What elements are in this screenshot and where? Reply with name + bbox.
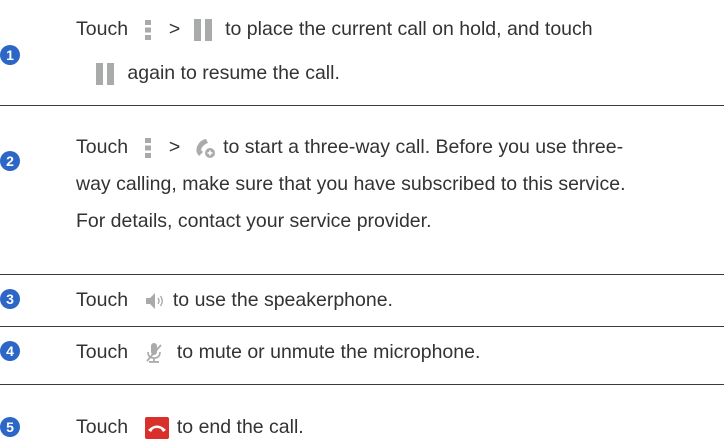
step-1: 1 Touch > to place the current call on h… [0, 0, 724, 110]
step-number-badge: 5 [0, 417, 20, 437]
step-number-badge: 2 [0, 151, 20, 171]
touch-word: Touch [76, 341, 129, 363]
step-text: to use the speakerphone. [172, 289, 393, 311]
touch-word: Touch [76, 416, 129, 438]
step-line: Touch > to start a three-way call. Befor… [76, 129, 623, 165]
step-line: again to resume the call. [96, 55, 340, 91]
step-number-badge: 1 [0, 45, 20, 65]
speaker-icon [145, 291, 165, 311]
step-text: to mute or unmute the microphone. [176, 341, 481, 363]
end-call-icon [145, 416, 170, 439]
touch-word: Touch [76, 289, 129, 311]
pause-icon [193, 18, 212, 41]
mute-microphone-icon [145, 342, 163, 364]
step-text: again to resume the call. [127, 62, 340, 84]
step-4: 4 Touch to mute or unmute the microphone… [0, 327, 724, 379]
step-line: For details, contact your service provid… [76, 210, 432, 232]
step-text: to start a three-way call. Before you us… [223, 136, 624, 158]
pause-icon [96, 62, 114, 85]
step-line: way calling, make sure that you have sub… [76, 173, 626, 195]
step-line: Touch to use the speakerphone. [76, 282, 393, 318]
step-line: Touch to mute or unmute the microphone. [76, 334, 480, 370]
step-line: Touch > to place the current call on hol… [76, 11, 593, 47]
step-number-badge: 3 [0, 289, 20, 309]
step-3: 3 Touch to use the speakerphone. [0, 275, 724, 325]
step-text: to end the call. [176, 416, 304, 438]
menu-dots-icon [145, 19, 152, 40]
arrow-separator: > [168, 18, 181, 40]
arrow-separator: > [168, 136, 181, 158]
step-2: 2 Touch > to start a three-way call. Bef… [0, 106, 724, 276]
step-text: to place the current call on hold, and t… [225, 18, 593, 40]
touch-word: Touch [76, 136, 129, 158]
step-5: 5 Touch to end the call. [0, 385, 724, 440]
menu-dots-icon [145, 137, 152, 158]
step-number-badge: 4 [0, 341, 20, 361]
touch-word: Touch [76, 18, 129, 40]
add-call-icon [194, 137, 216, 159]
